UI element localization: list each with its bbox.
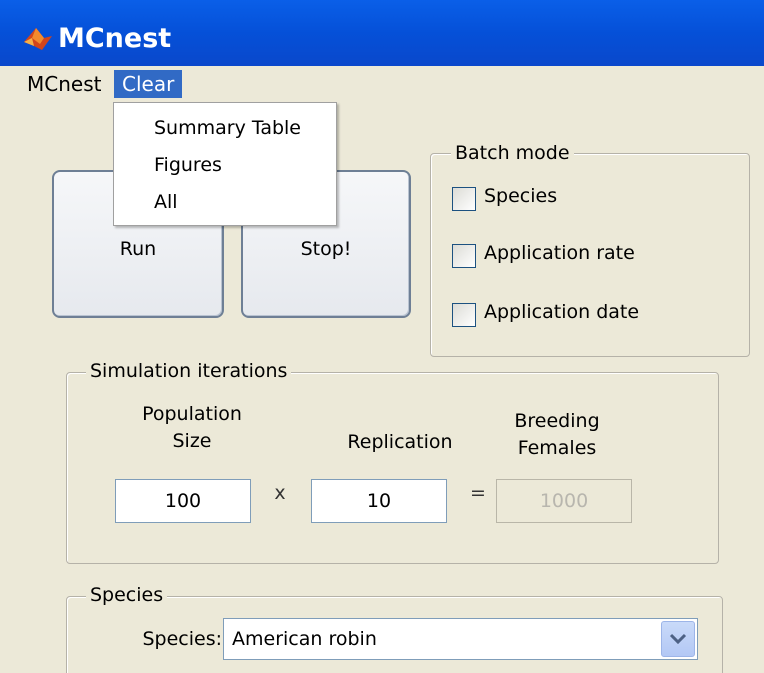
equals-symbol: = [470, 482, 486, 504]
clear-menu-popup: Summary Table Figures All [113, 102, 337, 226]
run-button-label: Run [119, 238, 157, 260]
menu-bar: MCnest Clear [0, 66, 764, 103]
application-date-batch-checkbox[interactable] [452, 303, 476, 327]
species-select-value: American robin [232, 628, 377, 650]
menu-clear[interactable]: Clear [114, 70, 183, 98]
species-select-label: Species: [142, 628, 222, 650]
breeding-females-label-line1: Breeding [514, 410, 600, 432]
replication-input[interactable]: 10 [311, 479, 447, 523]
stop-button-label: Stop! [300, 238, 352, 260]
window-title: MCnest [58, 23, 172, 54]
menu-mcnest[interactable]: MCnest [19, 70, 109, 98]
simulation-iterations-title: Simulation iterations [86, 360, 292, 382]
simulation-iterations-group [66, 372, 719, 564]
batch-mode-title: Batch mode [451, 142, 574, 164]
species-select-arrow[interactable] [661, 621, 695, 657]
species-batch-checkbox[interactable] [452, 187, 476, 211]
application-rate-batch-checkbox[interactable] [452, 244, 476, 268]
menu-item-summary-table[interactable]: Summary Table [154, 113, 301, 143]
application-date-batch-label: Application date [484, 301, 640, 323]
breeding-females-output: 1000 [496, 479, 632, 523]
population-size-input[interactable]: 100 [115, 479, 251, 523]
population-size-label-line1: Population [142, 403, 242, 425]
chevron-down-icon [669, 633, 687, 645]
species-batch-label: Species [484, 185, 558, 207]
menu-item-all[interactable]: All [154, 187, 178, 217]
mcnest-window: MCnest MCnest Clear Run Stop! Batch mode… [0, 0, 764, 673]
species-select[interactable]: American robin [223, 618, 698, 660]
times-symbol: x [274, 482, 286, 504]
matlab-logo-icon [24, 28, 52, 50]
menu-item-figures[interactable]: Figures [154, 150, 222, 180]
species-group-title: Species [86, 584, 168, 606]
title-bar[interactable]: MCnest [0, 0, 764, 74]
breeding-females-label-line2: Females [517, 437, 597, 459]
application-rate-batch-label: Application rate [484, 242, 635, 264]
population-size-label-line2: Size [172, 430, 212, 452]
replication-label: Replication [347, 431, 453, 453]
